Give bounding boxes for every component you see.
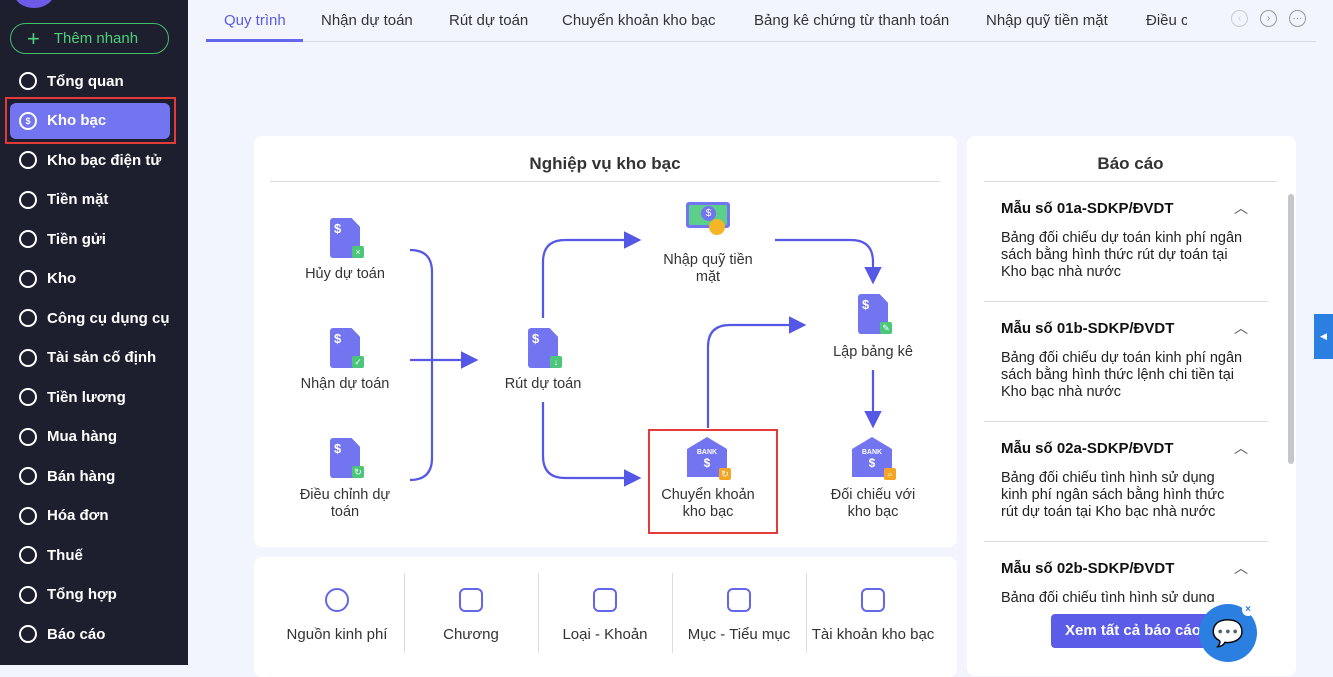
cash-icon[interactable]: $ <box>686 202 730 235</box>
refresh-badge-icon: ↻ <box>352 466 364 478</box>
label-line: Đối chiếu với <box>830 487 916 503</box>
report-description: Bảng đối chiếu tình hình sử dụng <box>1001 470 1215 486</box>
report-description: Bảng đối chiếu dự toán kinh phí ngân <box>1001 230 1243 246</box>
divider <box>672 573 673 653</box>
report-description: Bảng đối chiếu tình hình sử dụng <box>1001 590 1215 602</box>
category-item[interactable]: Loại - Khoản <box>538 588 672 643</box>
category-item[interactable]: Nguồn kinh phí <box>270 588 404 643</box>
report-description: Kho bạc nhà nước <box>1001 264 1121 280</box>
arrow-rut-chuyen <box>541 402 642 487</box>
node-label[interactable]: Điều chỉnh dự toán <box>280 487 410 521</box>
coins-icon <box>709 219 725 235</box>
report-code: Mẫu số 01b-SDKP/ĐVDT <box>1001 320 1175 337</box>
highlight-box <box>648 429 778 534</box>
category-label: Loại - Khoản <box>562 626 648 643</box>
dollar-icon <box>325 588 349 612</box>
edit-badge-icon: ✎ <box>880 322 892 334</box>
report-description: kinh phí ngân sách bằng hình thức <box>1001 487 1225 503</box>
report-item[interactable]: Mẫu số 01a-SDKP/ĐVDT ︿ Bảng đối chiếu dự t… <box>984 182 1268 302</box>
report-description: sách bằng hình thức lệnh chi tiền tại <box>1001 367 1234 383</box>
report-code: Mẫu số 01a-SDKP/ĐVDT <box>1001 200 1174 217</box>
nhan-du-toan-node[interactable]: $ ✓ <box>330 328 364 368</box>
report-item[interactable]: Mẫu số 01b-SDKP/ĐVDT ︿ Bảng đối chiếu dự t… <box>984 302 1268 422</box>
view-all-reports-button[interactable]: Xem tất cả báo cáo <box>1051 614 1211 648</box>
label-line: Điều chỉnh dự <box>299 487 391 503</box>
node-label[interactable]: Đối chiếu với kho bạc <box>808 487 938 521</box>
collapse-panel-button[interactable]: ◀ <box>1314 314 1333 359</box>
label-line: mặt <box>695 269 721 285</box>
report-code: Mẫu số 02b-SDKP/ĐVDT <box>1001 560 1175 577</box>
node-label[interactable]: Nhập quỹ tiền mặt <box>643 252 773 286</box>
node-label[interactable]: Rút dự toán <box>478 376 608 393</box>
folder-icon <box>727 588 751 612</box>
divider <box>538 573 539 653</box>
category-item[interactable]: Chương <box>404 588 538 643</box>
doi-chieu-node[interactable]: BANK $ ⌕ <box>852 437 896 480</box>
report-item[interactable]: Mẫu số 02a-SDKP/ĐVDT ︿ Bảng đối chiếu tình… <box>984 422 1268 542</box>
chevron-up-icon[interactable]: ︿ <box>1234 438 1248 458</box>
close-chat-icon[interactable]: × <box>1242 604 1254 616</box>
huy-du-toan-node[interactable]: $ × <box>330 218 364 258</box>
download-badge-icon: ↓ <box>550 356 562 368</box>
label-line: Nhập quỹ tiền <box>663 252 753 268</box>
report-description: sách bằng hình thức rút dự toán tại <box>1001 247 1228 263</box>
category-item[interactable]: Tài khoản kho bạc <box>806 588 940 643</box>
rut-du-toan-node[interactable]: $ ↓ <box>528 328 562 368</box>
report-scrollbar[interactable] <box>1288 194 1294 464</box>
bank-text: BANK <box>861 449 883 456</box>
category-label: Chương <box>443 626 499 643</box>
category-label: Nguồn kinh phí <box>286 626 388 643</box>
label-line: toán <box>330 504 360 520</box>
label-line: kho bạc <box>847 504 899 520</box>
node-label[interactable]: Hủy dự toán <box>280 266 410 283</box>
merge-bracket <box>409 248 434 482</box>
chevron-up-icon[interactable]: ︿ <box>1234 198 1248 218</box>
arrow-rut-nhap <box>541 231 642 318</box>
node-label[interactable]: Nhận dự toán <box>280 376 410 393</box>
report-description: Kho bạc nhà nước <box>1001 384 1121 400</box>
divider <box>806 573 807 653</box>
category-item[interactable]: Mục - Tiểu mục <box>672 588 806 643</box>
report-code: Mẫu số 02a-SDKP/ĐVDT <box>1001 440 1174 457</box>
arrow-nhap-lap <box>775 238 882 285</box>
bank-icon <box>861 588 885 612</box>
report-description: rút dự toán tại Kho bạc nhà nước <box>1001 504 1216 520</box>
chevron-up-icon[interactable]: ︿ <box>1234 558 1248 578</box>
report-title: Báo cáo <box>1097 154 1164 173</box>
category-label: Tài khoản kho bạc <box>811 626 935 643</box>
folder-icon <box>593 588 617 612</box>
search-badge-icon: ⌕ <box>884 468 896 480</box>
report-item[interactable]: Mẫu số 02b-SDKP/ĐVDT ︿ Bảng đối chiếu tình… <box>984 542 1268 602</box>
lap-bang-ke-node[interactable]: $ ✎ <box>858 294 892 334</box>
dieu-chinh-node[interactable]: $ ↻ <box>330 438 364 478</box>
check-badge-icon: ✓ <box>352 356 364 368</box>
arrow-chuyen-lap <box>706 316 807 428</box>
report-description: Bảng đối chiếu dự toán kinh phí ngân <box>1001 350 1243 366</box>
chevron-up-icon[interactable]: ︿ <box>1234 318 1248 338</box>
divider <box>404 573 405 653</box>
node-label[interactable]: Lập bảng kê <box>808 344 938 361</box>
note-icon <box>459 588 483 612</box>
category-label: Mục - Tiểu mục <box>687 626 791 643</box>
cancel-badge-icon: × <box>352 246 364 258</box>
